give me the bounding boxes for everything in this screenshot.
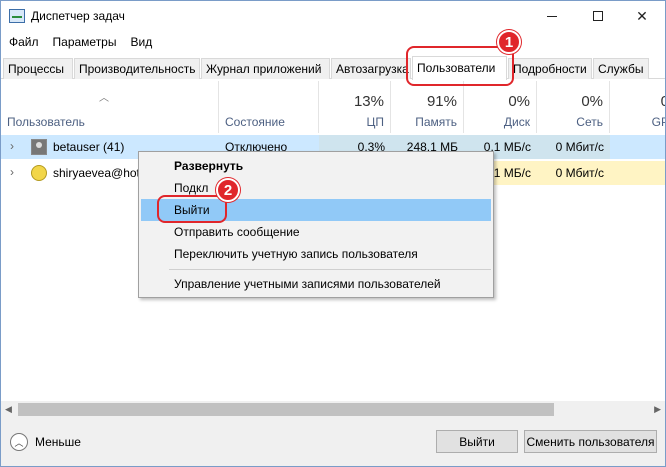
disk-percent: 0% (508, 93, 530, 110)
context-menu: Развернуть Подкл Выйти Отправить сообщен… (138, 151, 494, 298)
user-name: betauser (41) (53, 140, 125, 154)
tab-performance[interactable]: Производительность (74, 58, 200, 79)
close-button[interactable]: ✕ (619, 1, 665, 31)
expand-chevron-icon[interactable]: › (10, 165, 14, 179)
tab-services[interactable]: Службы (593, 58, 649, 79)
scroll-left-icon[interactable]: ◀ (5, 404, 12, 415)
menu-view[interactable]: Вид (122, 32, 158, 52)
column-disk-label: Диск (503, 115, 530, 129)
menu-options[interactable]: Параметры (45, 32, 123, 52)
menu-item-expand[interactable]: Развернуть (141, 155, 491, 177)
fewer-details-link[interactable]: Меньше (35, 435, 81, 449)
column-memory-label: Память (415, 115, 457, 129)
tab-details[interactable]: Подробности (508, 58, 592, 79)
horizontal-scrollbar[interactable]: ◀ ▶ (1, 401, 665, 418)
column-cpu[interactable]: 13% ЦП (319, 81, 391, 133)
column-user[interactable]: Пользователь (1, 81, 219, 133)
scrollbar-thumb[interactable] (18, 403, 554, 416)
window-title: Диспетчер задач (31, 9, 125, 23)
task-manager-icon (9, 9, 25, 23)
footer-bar: ︿ Меньше Выйти Сменить пользователя (1, 418, 665, 466)
column-cpu-label: ЦП (366, 115, 384, 129)
menu-item-send-message[interactable]: Отправить сообщение (141, 221, 491, 243)
maximize-icon (593, 11, 603, 21)
column-gpu-label: GP (651, 115, 665, 129)
user-name: shiryaevea@hot (53, 166, 140, 180)
tab-strip: Процессы Производительность Журнал прило… (1, 56, 665, 80)
title-bar: Диспетчер задач ✕ (1, 1, 665, 31)
minimize-icon (547, 15, 557, 17)
column-gpu[interactable]: 0 GP (610, 81, 665, 133)
collapse-chevron-icon[interactable]: ︿ (10, 433, 28, 451)
menu-file[interactable]: Файл (1, 32, 45, 52)
tab-processes[interactable]: Процессы (3, 58, 73, 79)
close-icon: ✕ (636, 7, 648, 24)
column-network[interactable]: 0% Сеть (537, 81, 610, 133)
cpu-percent: 13% (353, 93, 384, 110)
menu-bar: Файл Параметры Вид (1, 32, 158, 52)
signout-button[interactable]: Выйти (436, 430, 518, 453)
column-memory[interactable]: 91% Память (391, 81, 464, 133)
gpu-percent: 0 (660, 93, 665, 110)
column-network-label: Сеть (576, 115, 603, 129)
user-avatar-icon (31, 139, 47, 155)
user-network: 0 Мбит/с (555, 140, 604, 154)
maximize-button[interactable] (575, 1, 621, 31)
task-manager-window: Диспетчер задач ✕ Файл Параметры Вид Про… (0, 0, 666, 467)
menu-item-switch-account[interactable]: Переключить учетную запись пользователя (141, 243, 491, 265)
menu-item-manage-accounts[interactable]: Управление учетными записями пользовател… (141, 273, 491, 295)
user-avatar-icon (31, 165, 47, 181)
column-status[interactable]: Состояние (219, 81, 319, 133)
column-user-label: Пользователь (7, 115, 85, 129)
expand-chevron-icon[interactable]: › (10, 139, 14, 153)
switch-user-button[interactable]: Сменить пользователя (524, 430, 657, 453)
network-percent: 0% (581, 93, 603, 110)
user-network: 0 Мбит/с (555, 166, 604, 180)
tab-startup[interactable]: Автозагрузка (331, 58, 411, 79)
scroll-right-icon[interactable]: ▶ (654, 404, 661, 415)
memory-percent: 91% (426, 93, 457, 110)
minimize-button[interactable] (529, 1, 575, 31)
tab-app-history[interactable]: Журнал приложений (201, 58, 330, 79)
annotation-badge-2: 2 (216, 178, 240, 202)
menu-separator (169, 269, 491, 270)
annotation-badge-1: 1 (497, 30, 521, 54)
column-status-label: Состояние (225, 115, 285, 129)
annotation-ring-signout (157, 195, 227, 223)
column-disk[interactable]: 0% Диск (464, 81, 537, 133)
annotation-ring-users-tab (406, 46, 514, 86)
